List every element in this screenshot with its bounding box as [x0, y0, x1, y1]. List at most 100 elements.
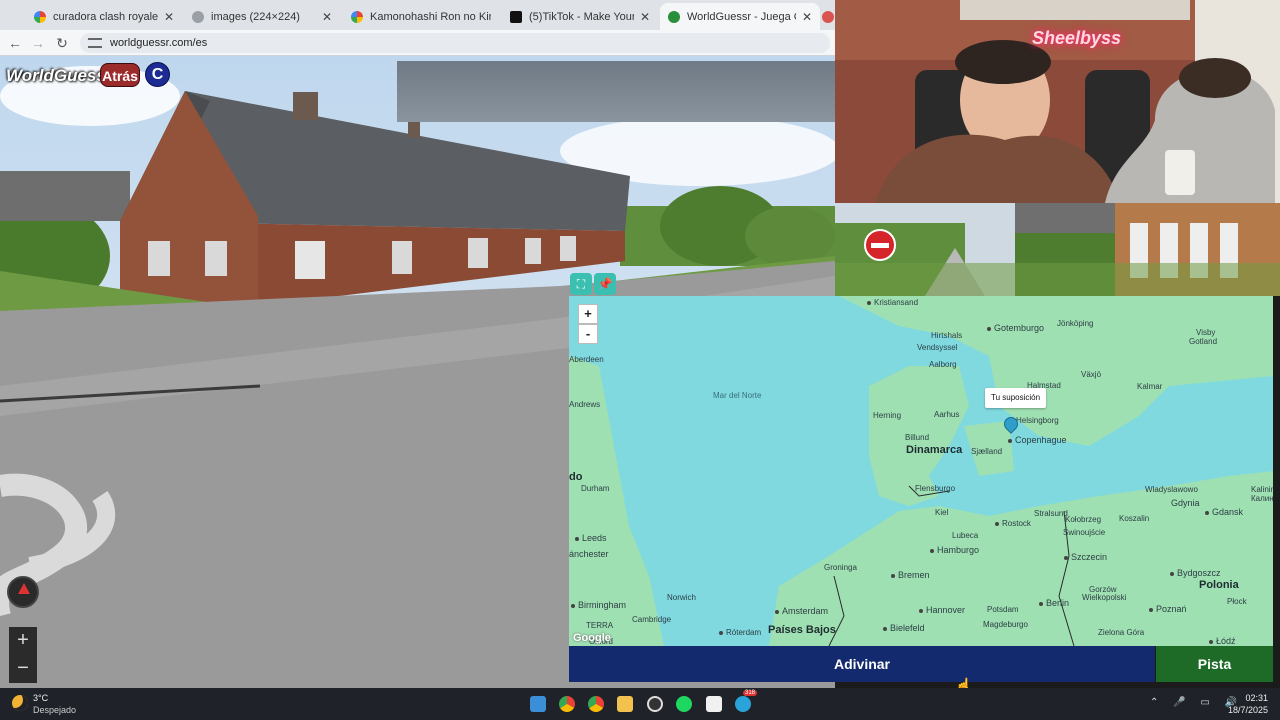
back-arrow-icon[interactable]: ←	[6, 34, 24, 52]
tab-worldguessr[interactable]: WorldGuessr - Juega GeoGues ✕	[660, 3, 820, 30]
hint-button[interactable]: Pista	[1156, 646, 1273, 682]
map-label: Zielona Góra	[1098, 628, 1145, 637]
compass-icon[interactable]	[7, 576, 39, 608]
windows-taskbar: 3°C Despejado 318 ⌃ 🎤 ▭ 🔊 02:31 18/7/202…	[0, 688, 1280, 720]
tab-title: images (224×224)	[211, 10, 300, 23]
tab-tiktok[interactable]: (5)TikTok - Make Your Day ✕	[502, 3, 658, 30]
worldguessr-logo: WorldGuessr	[6, 66, 113, 85]
pin-map-icon[interactable]: 📌	[594, 273, 616, 295]
map-label: Poznań	[1149, 605, 1187, 614]
fullscreen-map-icon[interactable]: ⛶	[570, 273, 592, 295]
reload-icon[interactable]: ↻	[53, 34, 71, 52]
forward-arrow-icon[interactable]: →	[29, 34, 47, 52]
map-zoom-in-button[interactable]: +	[578, 304, 598, 324]
clock-time[interactable]: 02:31	[1245, 693, 1268, 703]
tab-kamonohashi[interactable]: Kamonohashi Ron no Kindan S	[343, 3, 499, 30]
map-label: Cambridge	[632, 615, 672, 624]
map-label: Lubeca	[952, 531, 979, 540]
spotify-icon[interactable]	[676, 696, 692, 712]
tab-title: WorldGuessr - Juega GeoGues	[687, 10, 796, 23]
screen: curadora clash royale hot - Bus ✕ images…	[0, 0, 1280, 720]
map-label: Vendsyssel	[917, 343, 958, 352]
no-entry-sign-icon	[864, 229, 896, 261]
close-tab-icon[interactable]: ✕	[164, 10, 174, 24]
street-zoom-out-button[interactable]: −	[9, 655, 37, 683]
notepad-icon[interactable]	[706, 696, 722, 712]
moon-weather-icon[interactable]	[12, 695, 28, 711]
map-label: Helsingborg	[1016, 416, 1059, 425]
map-label: Stralsund	[1034, 509, 1068, 518]
clock-date[interactable]: 18/7/2025	[1228, 705, 1268, 715]
map-label: do	[569, 471, 583, 483]
notification-badge: 318	[743, 690, 758, 696]
map-label: Sjælland	[971, 447, 1003, 456]
map-label: Wladyslawowo	[1145, 485, 1198, 494]
map-label: Hamburgo	[930, 546, 979, 555]
map-label: Kristiansand	[867, 299, 918, 307]
weather-condition: Despejado	[33, 705, 77, 715]
street-view-right-strip	[835, 203, 1280, 296]
map-label: Aarhus	[934, 410, 960, 419]
map-label: Dinamarca	[906, 444, 963, 456]
map-label: Kiel	[935, 508, 949, 517]
tab-images[interactable]: images (224×224) ✕	[184, 3, 340, 30]
map-label: Aberdeen	[569, 355, 604, 364]
map-label: Szczecin	[1064, 553, 1107, 562]
map-label: Flensburgo	[915, 484, 956, 493]
map-label: Gdansk	[1205, 508, 1243, 517]
map-label: Koszalin	[1119, 514, 1150, 523]
url-text: worldguessr.com/es	[110, 37, 208, 49]
map-label: Kalmar	[1137, 382, 1163, 391]
map-label: Gotland	[1189, 337, 1218, 346]
street-view-image	[835, 203, 1280, 296]
close-tab-icon[interactable]: ✕	[640, 10, 650, 24]
back-button[interactable]: Atrás	[100, 63, 140, 87]
close-tab-icon[interactable]: ✕	[802, 10, 812, 24]
map-label: Polonia	[1199, 579, 1239, 591]
obs-icon[interactable]	[647, 696, 663, 712]
maps-pin-icon	[822, 10, 834, 23]
map-label: Andrews	[569, 400, 601, 409]
map-label: Kołobrzeg	[1065, 515, 1102, 524]
map-label: Norwich	[667, 593, 696, 602]
tab-maps[interactable]	[822, 3, 835, 30]
map-label: Mar del Norte	[713, 391, 762, 400]
telegram-icon[interactable]: 318	[735, 690, 758, 712]
guess-map[interactable]: Kristiansand Gotemburgo Jönköping Hirtsh…	[569, 296, 1273, 646]
map-label: Leeds	[575, 534, 607, 543]
map-label: TERRA	[586, 621, 614, 630]
tab-title: Kamonohashi Ron no Kindan S	[370, 10, 491, 23]
map-label: Durham	[581, 484, 610, 493]
google-icon	[34, 10, 46, 23]
file-explorer-icon[interactable]	[617, 696, 633, 712]
worldguessr-icon	[668, 10, 680, 23]
map-label: Hirtshals	[931, 331, 963, 340]
map-zoom-out-button[interactable]: -	[578, 324, 598, 344]
map-label: Jönköping	[1057, 319, 1094, 328]
site-settings-icon[interactable]	[88, 38, 102, 48]
map-label: Bremen	[891, 571, 930, 580]
url-field[interactable]: worldguessr.com/es	[80, 33, 830, 53]
chrome-icon[interactable]	[588, 696, 604, 712]
google-icon	[351, 10, 363, 23]
map-label: Bydgoszcz	[1170, 569, 1221, 578]
tab-curadora[interactable]: curadora clash royale hot - Bus ✕	[26, 3, 182, 30]
windows-start-icon[interactable]	[530, 696, 546, 712]
google-attribution: Google	[573, 632, 611, 644]
ad-banner	[397, 61, 835, 122]
map-label: ánchester	[569, 549, 609, 559]
map-label: Świnoujście	[1063, 528, 1106, 537]
map-label: Gdynia	[1171, 498, 1200, 508]
close-tab-icon[interactable]: ✕	[322, 10, 332, 24]
street-zoom-in-button[interactable]: +	[9, 627, 37, 655]
map-label: Aalborg	[929, 360, 957, 369]
chrome-icon[interactable]	[559, 696, 575, 712]
map-label: Copenhague	[1008, 436, 1067, 445]
tab-title: (5)TikTok - Make Your Day	[529, 10, 634, 23]
tiktok-icon	[510, 10, 522, 23]
reset-location-button[interactable]: C	[145, 62, 170, 87]
map-label: Wielkopolski	[1082, 593, 1127, 602]
guess-button[interactable]: Adivinar	[569, 646, 1155, 682]
map-label: Rostock	[995, 520, 1031, 528]
weather-temperature: 3°C	[33, 693, 49, 703]
